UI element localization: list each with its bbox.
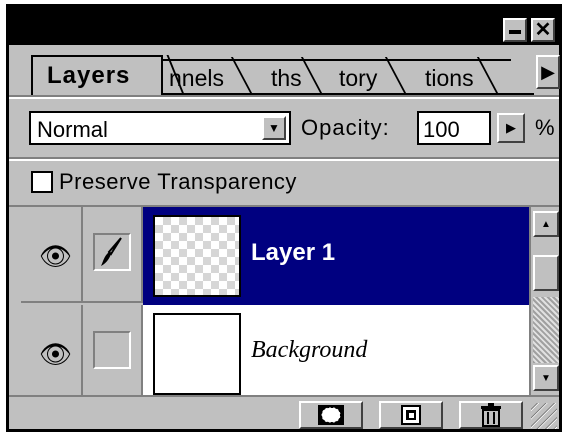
opacity-value: 100 bbox=[423, 117, 460, 142]
layer-row-layer-1[interactable]: 👁 Layer 1 bbox=[21, 207, 529, 305]
minimize-icon bbox=[509, 30, 521, 34]
palette-tab-row: nnels ths tory tions Layers ▶ bbox=[9, 45, 560, 95]
tab-layers[interactable]: Layers bbox=[31, 55, 163, 95]
scroll-down-button[interactable]: ▼ bbox=[533, 365, 559, 391]
eye-icon: 👁 bbox=[39, 241, 73, 271]
close-button[interactable]: ✕ bbox=[531, 18, 555, 42]
scroll-up-button[interactable]: ▲ bbox=[533, 211, 559, 237]
triangle-right-icon: ▶ bbox=[541, 61, 555, 82]
tab-actions-label: tions bbox=[425, 65, 474, 91]
tab-actions[interactable]: tions bbox=[425, 57, 474, 95]
layers-palette: ✕ nnels ths tory tions Layers ▶ Normal ▼ bbox=[6, 4, 562, 432]
layer-row-background[interactable]: 👁 Background bbox=[21, 305, 529, 403]
preserve-transparency-label: Preserve Transparency bbox=[59, 169, 297, 194]
opacity-label: Opacity: bbox=[301, 115, 390, 140]
triangle-right-icon: ▶ bbox=[506, 120, 516, 135]
layer-scrollbar[interactable]: ▲ ▼ bbox=[529, 207, 559, 395]
new-layer-icon bbox=[401, 405, 421, 425]
layer-thumbnail bbox=[153, 215, 241, 297]
opacity-unit: % bbox=[535, 115, 555, 140]
palette-menu-button[interactable]: ▶ bbox=[536, 55, 560, 89]
tab-history-label: tory bbox=[339, 65, 378, 91]
tab-paths-label: ths bbox=[271, 65, 302, 91]
paintbrush-icon bbox=[101, 237, 122, 266]
chevron-down-icon: ▼ bbox=[268, 121, 280, 135]
triangle-up-icon: ▲ bbox=[541, 218, 551, 230]
layer-thumbnail bbox=[153, 313, 241, 395]
brush-slot bbox=[93, 331, 131, 369]
preserve-transparency-row: Preserve Transparency bbox=[9, 159, 559, 205]
blend-mode-select[interactable]: Normal ▼ bbox=[29, 111, 291, 145]
new-layer-button[interactable] bbox=[379, 401, 443, 429]
tab-layers-label: Layers bbox=[47, 62, 131, 89]
delete-layer-button[interactable] bbox=[459, 401, 523, 429]
close-icon: ✕ bbox=[534, 19, 552, 41]
layer-name: Layer 1 bbox=[251, 239, 336, 266]
trash-icon bbox=[481, 403, 501, 427]
palette-footer bbox=[9, 395, 559, 429]
tab-strip: nnels ths tory tions Layers bbox=[9, 45, 534, 95]
preserve-transparency-checkbox[interactable] bbox=[31, 171, 53, 193]
tab-history[interactable]: tory bbox=[339, 57, 377, 95]
scroll-track[interactable] bbox=[533, 297, 559, 363]
triangle-down-icon: ▼ bbox=[541, 372, 551, 384]
resize-grip[interactable] bbox=[531, 403, 557, 429]
layer-name: Background bbox=[251, 337, 368, 363]
visibility-toggle[interactable]: 👁 bbox=[21, 305, 83, 401]
blend-controls: Normal ▼ Opacity: 100 ▶ % bbox=[9, 95, 559, 155]
opacity-slider-button[interactable]: ▶ bbox=[497, 113, 525, 143]
scroll-thumb[interactable] bbox=[533, 255, 559, 291]
opacity-input[interactable]: 100 bbox=[417, 111, 491, 145]
tab-paths[interactable]: ths bbox=[271, 57, 302, 95]
blend-mode-value: Normal bbox=[37, 117, 108, 142]
add-mask-button[interactable] bbox=[299, 401, 363, 429]
brush-slot bbox=[93, 233, 131, 271]
minimize-button[interactable] bbox=[503, 18, 527, 42]
eye-icon: 👁 bbox=[39, 339, 73, 369]
visibility-toggle[interactable]: 👁 bbox=[21, 207, 83, 303]
link-toggle[interactable] bbox=[83, 207, 143, 303]
palette-titlebar[interactable]: ✕ bbox=[9, 7, 559, 45]
dropdown-button[interactable]: ▼ bbox=[262, 116, 286, 140]
layer-list: 👁 Layer 1 👁 Background bbox=[21, 207, 529, 403]
mask-icon bbox=[318, 405, 344, 425]
link-toggle[interactable] bbox=[83, 305, 143, 401]
